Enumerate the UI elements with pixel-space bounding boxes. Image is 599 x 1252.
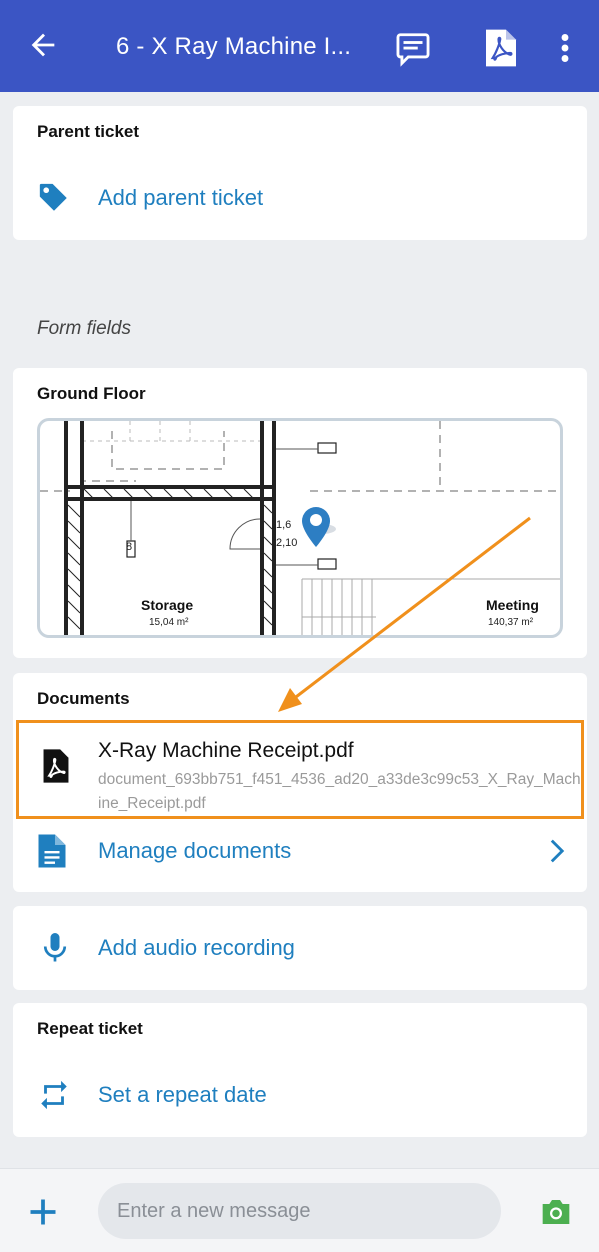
- room-storage-name: Storage: [141, 597, 194, 613]
- message-input[interactable]: [98, 1183, 501, 1239]
- repeat-ticket-card: Repeat ticket Set a repeat date: [13, 1003, 587, 1137]
- add-audio-recording-button[interactable]: Add audio recording: [37, 928, 567, 968]
- parent-ticket-card: Parent ticket Add parent ticket: [13, 106, 587, 240]
- manage-documents-button[interactable]: Manage documents: [37, 831, 567, 871]
- marker-label-2: 2,10: [276, 537, 298, 549]
- ground-floor-card: Ground Floor 1,6 2,10 8 Storage 15,04 m²…: [13, 368, 587, 658]
- repeat-icon: [37, 1076, 75, 1114]
- tag-icon: [37, 179, 75, 217]
- parent-ticket-title: Parent ticket: [37, 122, 140, 141]
- document-icon: [37, 832, 75, 870]
- plus-icon[interactable]: [28, 1197, 58, 1227]
- chat-icon[interactable]: [394, 30, 432, 68]
- more-vertical-icon[interactable]: [556, 33, 574, 63]
- camera-icon[interactable]: [540, 1198, 572, 1226]
- message-composer: [0, 1168, 599, 1252]
- floor-plan[interactable]: 1,6 2,10 8 Storage 15,04 m² Meeting 140,…: [37, 418, 563, 638]
- app-bar: 6 - X Ray Machine I...: [0, 0, 599, 92]
- audio-card: Add audio recording: [13, 906, 587, 990]
- document-highlight-box: [16, 720, 584, 819]
- room-meeting-name: Meeting: [486, 597, 539, 613]
- form-fields-label: Form fields: [37, 318, 131, 339]
- room-meeting-area: 140,37 m²: [488, 617, 534, 628]
- repeat-ticket-title: Repeat ticket: [37, 1019, 143, 1038]
- add-parent-ticket-button[interactable]: Add parent ticket: [37, 178, 567, 218]
- room-storage-area: 15,04 m²: [149, 617, 189, 628]
- add-audio-recording-label: Add audio recording: [98, 935, 295, 960]
- ground-floor-title: Ground Floor: [37, 384, 146, 403]
- marker-label-1: 1,6: [276, 519, 292, 531]
- set-repeat-date-label: Set a repeat date: [98, 1082, 267, 1107]
- set-repeat-date-button[interactable]: Set a repeat date: [37, 1075, 567, 1115]
- page-title: 6 - X Ray Machine I...: [116, 33, 352, 60]
- arrow-left-icon[interactable]: [26, 28, 60, 62]
- floor-plan-drawing: [40, 421, 560, 635]
- documents-title: Documents: [37, 689, 130, 708]
- add-parent-ticket-label: Add parent ticket: [98, 185, 264, 210]
- room-number: 8: [126, 541, 133, 553]
- microphone-icon: [37, 929, 75, 967]
- manage-documents-label: Manage documents: [98, 838, 292, 863]
- chevron-right-icon: [550, 839, 565, 863]
- pdf-icon[interactable]: [484, 28, 518, 68]
